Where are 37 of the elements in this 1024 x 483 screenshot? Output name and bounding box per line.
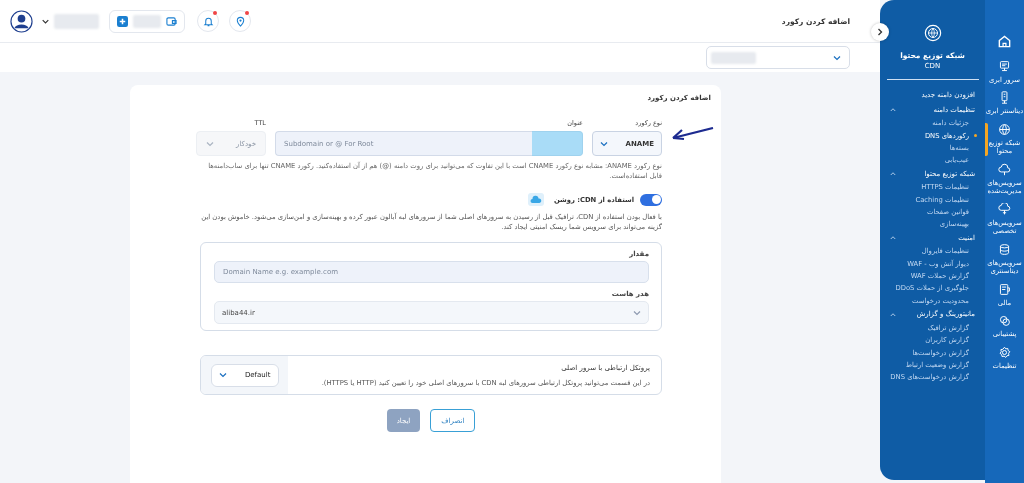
plus-icon	[117, 15, 128, 27]
cdn-toggle[interactable]	[640, 193, 662, 206]
cloud-icon	[527, 193, 544, 207]
collapse-button[interactable]	[871, 23, 889, 41]
bell-icon	[202, 15, 214, 27]
notifications-button[interactable]	[197, 10, 219, 32]
location-button[interactable]	[229, 10, 251, 32]
home-icon[interactable]	[997, 34, 1012, 49]
globe-icon	[998, 122, 1011, 136]
pointer-arrow	[670, 127, 714, 141]
avatar-icon[interactable]	[10, 9, 33, 33]
chevron-down-icon	[600, 139, 608, 148]
chevron-up-icon	[890, 235, 896, 241]
wallet-icon	[166, 15, 177, 27]
chevron-up-icon	[890, 107, 896, 113]
globe-icon	[923, 24, 942, 42]
chevron-down-icon	[833, 53, 841, 62]
blurred-text	[532, 131, 583, 156]
wallet-icon	[998, 282, 1011, 296]
chevron-down-icon	[206, 139, 214, 148]
caret-icon[interactable]	[42, 18, 49, 24]
cloud-icon	[998, 202, 1011, 216]
blurred-text	[711, 51, 756, 64]
chevron-down-icon	[218, 371, 227, 380]
chevron-up-icon	[890, 171, 896, 177]
server-icon	[998, 91, 1011, 105]
wallet-button[interactable]	[109, 9, 185, 33]
server-icon	[998, 60, 1011, 73]
location-pin-icon	[234, 15, 246, 27]
gear-icon	[998, 345, 1011, 359]
blurred-text	[54, 13, 99, 29]
chevron-down-icon	[633, 308, 641, 317]
chevron-icon	[876, 28, 884, 36]
database-icon	[998, 242, 1011, 256]
chevron-up-icon	[890, 311, 896, 317]
cloud-icon	[998, 162, 1011, 176]
blurred-text	[133, 14, 161, 28]
